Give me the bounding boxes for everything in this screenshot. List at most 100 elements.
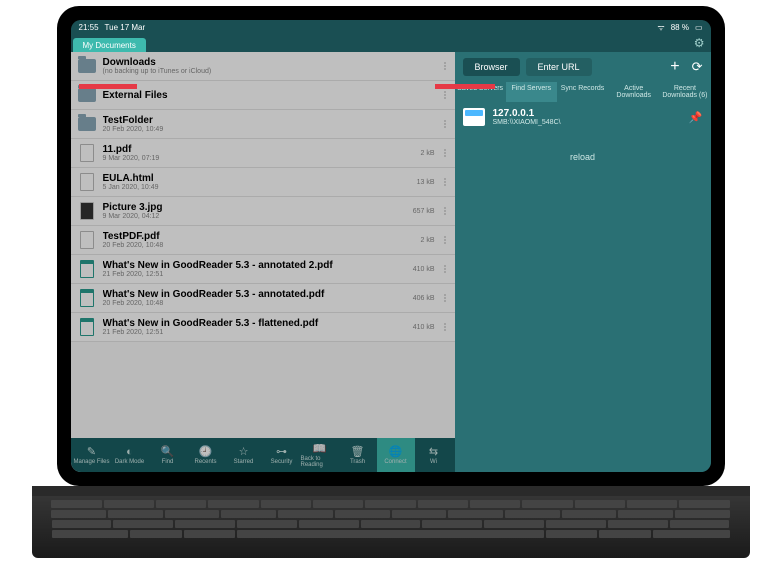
- toolbar-label: Wi: [430, 459, 437, 465]
- file-meta: 21 Feb 2020, 12:51: [103, 329, 413, 336]
- drag-handle-icon[interactable]: [441, 62, 449, 70]
- server-icon: [463, 108, 485, 126]
- reload-label[interactable]: reload: [455, 152, 711, 162]
- file-row[interactable]: 11.pdf9 Mar 2020, 07:192 kB: [71, 139, 455, 168]
- file-row[interactable]: What's New in GoodReader 5.3 - annotated…: [71, 284, 455, 313]
- drag-handle-icon[interactable]: [441, 294, 449, 302]
- file-row[interactable]: EULA.html5 Jan 2020, 10:4913 kB: [71, 168, 455, 197]
- toolbar-back-to-reading[interactable]: 📖Back to Reading: [301, 442, 339, 468]
- file-name: TestFolder: [103, 115, 435, 126]
- toolbar-label: Manage Files: [73, 459, 109, 465]
- browser-button[interactable]: Browser: [463, 58, 520, 76]
- connect-tab[interactable]: Sync Records: [557, 82, 608, 102]
- file-row[interactable]: What's New in GoodReader 5.3 - annotated…: [71, 255, 455, 284]
- wifi-icon: ᯤ: [657, 22, 664, 33]
- file-row[interactable]: What's New in GoodReader 5.3 - flattened…: [71, 313, 455, 342]
- server-name: 127.0.0.1: [493, 108, 681, 119]
- file-list[interactable]: Downloads(no backing up to iTunes or iCl…: [71, 52, 455, 438]
- battery-icon: ▭: [695, 23, 703, 32]
- screen: 21:55 Tue 17 Mar ᯤ 88 % ▭ My Documents ⚙…: [71, 20, 711, 472]
- toolbar-label: Security: [271, 459, 293, 465]
- refresh-icon[interactable]: ⟳: [692, 59, 703, 75]
- file-size: 410 kB: [413, 266, 435, 273]
- document-icon: [80, 173, 94, 191]
- file-size: 657 kB: [413, 208, 435, 215]
- file-size: 2 kB: [420, 237, 434, 244]
- toolbar-icon: 📖: [313, 442, 327, 455]
- drag-handle-icon[interactable]: [441, 120, 449, 128]
- file-name: What's New in GoodReader 5.3 - flattened…: [103, 318, 413, 329]
- connect-top: Browser Enter URL + ⟳: [455, 52, 711, 82]
- pin-icon[interactable]: 📌: [689, 111, 703, 124]
- drag-handle-icon[interactable]: [441, 236, 449, 244]
- toolbar-icon: ✎: [87, 445, 96, 458]
- toolbar-connect[interactable]: 🌐Connect: [377, 438, 415, 472]
- file-name: What's New in GoodReader 5.3 - annotated…: [103, 260, 413, 271]
- toolbar-label: Back to Reading: [301, 456, 339, 468]
- toolbar-recents[interactable]: 🕘Recents: [187, 445, 225, 465]
- toolbar-dark-mode[interactable]: ◐Dark Mode: [111, 446, 149, 465]
- tab-bar: My Documents: [71, 34, 711, 52]
- enter-url-button[interactable]: Enter URL: [526, 58, 592, 76]
- status-bar: 21:55 Tue 17 Mar ᯤ 88 % ▭: [71, 20, 711, 34]
- drag-handle-icon[interactable]: [441, 323, 449, 331]
- server-text: 127.0.0.1 SMB:\\XIAOMI_548C\: [493, 108, 681, 126]
- toolbar-find[interactable]: 🔍Find: [149, 445, 187, 465]
- file-pane: Downloads(no backing up to iTunes or iCl…: [71, 52, 455, 472]
- toolbar-icon: 🗑: [351, 445, 365, 458]
- toolbar-trash[interactable]: 🗑Trash: [339, 445, 377, 465]
- folder-icon: [78, 117, 96, 131]
- file-size: 13 kB: [417, 179, 435, 186]
- toolbar-security[interactable]: ⊶Security: [263, 445, 301, 465]
- file-meta: 5 Jan 2020, 10:49: [103, 184, 417, 191]
- pdf-icon: [80, 260, 94, 278]
- tab-my-documents[interactable]: My Documents: [73, 38, 146, 52]
- file-row[interactable]: Downloads(no backing up to iTunes or iCl…: [71, 52, 455, 81]
- toolbar-icon: ☆: [239, 445, 249, 458]
- add-icon[interactable]: +: [670, 58, 679, 76]
- toolbar-label: Trash: [350, 459, 365, 465]
- settings-icon[interactable]: ⚙: [694, 36, 705, 50]
- connect-tab[interactable]: Active Downloads: [608, 82, 659, 102]
- toolbar-label: Dark Mode: [115, 459, 144, 465]
- file-size: 406 kB: [413, 295, 435, 302]
- pdf-icon: [80, 318, 94, 336]
- main-area: Downloads(no backing up to iTunes or iCl…: [71, 52, 711, 472]
- file-meta: 20 Feb 2020, 10:48: [103, 242, 421, 249]
- file-row[interactable]: Picture 3.jpg9 Mar 2020, 04:12657 kB: [71, 197, 455, 226]
- toolbar-starred[interactable]: ☆Starred: [225, 445, 263, 465]
- server-row[interactable]: 127.0.0.1 SMB:\\XIAOMI_548C\ 📌: [455, 102, 711, 132]
- toolbar-label: Connect: [384, 459, 406, 465]
- battery-text: 88 %: [671, 23, 689, 32]
- file-row[interactable]: TestPDF.pdf20 Feb 2020, 10:482 kB: [71, 226, 455, 255]
- file-row[interactable]: TestFolder20 Feb 2020, 10:49: [71, 110, 455, 139]
- file-name: TestPDF.pdf: [103, 231, 421, 242]
- toolbar-manage-files[interactable]: ✎Manage Files: [73, 445, 111, 465]
- pdf-icon: [80, 289, 94, 307]
- connect-pane: Browser Enter URL + ⟳ Saved ServersFind …: [455, 52, 711, 472]
- folder-icon: [78, 59, 96, 73]
- status-time: 21:55: [79, 23, 99, 32]
- toolbar-icon: ⊶: [276, 445, 287, 458]
- folder-icon: [78, 88, 96, 102]
- file-size: 2 kB: [420, 150, 434, 157]
- drag-handle-icon[interactable]: [441, 178, 449, 186]
- drag-handle-icon[interactable]: [441, 265, 449, 273]
- toolbar-icon: ◐: [126, 446, 133, 458]
- highlight-marker: [79, 84, 137, 89]
- file-name: External Files: [103, 90, 435, 101]
- drag-handle-icon[interactable]: [441, 91, 449, 99]
- connect-tab[interactable]: Recent Downloads (6): [659, 82, 710, 102]
- highlight-marker-2: [435, 84, 495, 89]
- file-meta: 21 Feb 2020, 12:51: [103, 271, 413, 278]
- toolbar-wi[interactable]: ⇆Wi: [415, 445, 453, 465]
- connect-tab[interactable]: Find Servers: [506, 82, 557, 102]
- tablet-device: 21:55 Tue 17 Mar ᯤ 88 % ▭ My Documents ⚙…: [57, 6, 725, 486]
- image-icon: [80, 202, 94, 220]
- file-size: 410 kB: [413, 324, 435, 331]
- file-meta: (no backing up to iTunes or iCloud): [103, 68, 435, 75]
- file-name: What's New in GoodReader 5.3 - annotated…: [103, 289, 413, 300]
- drag-handle-icon[interactable]: [441, 207, 449, 215]
- drag-handle-icon[interactable]: [441, 149, 449, 157]
- toolbar-label: Find: [162, 459, 174, 465]
